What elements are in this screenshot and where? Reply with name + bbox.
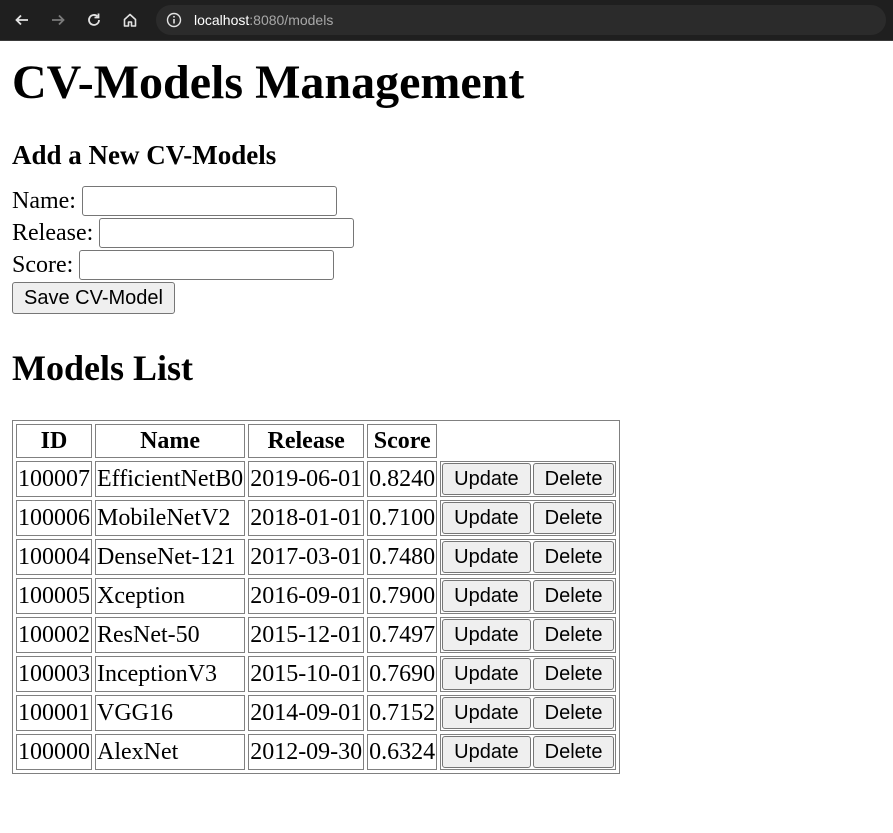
cell-release: 2012-09-30 [248, 734, 365, 770]
release-row: Release: [12, 217, 881, 249]
url-host: localhost [194, 12, 250, 28]
table-row: 100000 AlexNet 2012-09-30 0.6324 Update D… [16, 734, 617, 770]
form-heading: Add a New CV-Models [12, 140, 277, 170]
page-title: CV-Models Management [12, 56, 525, 109]
delete-button[interactable]: Delete [532, 541, 615, 573]
cell-release: 2016-09-01 [248, 578, 365, 614]
cell-release: 2014-09-01 [248, 695, 365, 731]
cell-score: 0.7497 [367, 617, 438, 653]
address-bar[interactable]: localhost:8080/models [156, 5, 886, 35]
info-icon[interactable] [166, 12, 182, 28]
table-row: 100003 InceptionV3 2015-10-01 0.7690 Upd… [16, 656, 617, 692]
update-button[interactable]: Update [442, 502, 531, 534]
cell-score: 0.7900 [367, 578, 438, 614]
score-row: Score: [12, 249, 881, 281]
save-cv-model-button[interactable]: Save CV-Model [12, 282, 175, 314]
cell-actions: Update Delete [440, 539, 617, 575]
cell-actions: Update Delete [440, 461, 617, 497]
cell-actions: Update Delete [440, 734, 617, 770]
forward-button[interactable] [42, 4, 74, 36]
table-row: 100007 EfficientNetB0 2019-06-01 0.8240 … [16, 461, 617, 497]
home-button[interactable] [114, 4, 146, 36]
page-content: CV-Models Management Add a New CV-Models… [0, 55, 893, 774]
cell-id: 100007 [16, 461, 92, 497]
cell-release: 2018-01-01 [248, 500, 365, 536]
cell-score: 0.7690 [367, 656, 438, 692]
table-row: 100006 MobileNetV2 2018-01-01 0.7100 Upd… [16, 500, 617, 536]
cell-name: MobileNetV2 [95, 500, 246, 536]
table-row: 100001 VGG16 2014-09-01 0.7152 Update Del… [16, 695, 617, 731]
delete-button[interactable]: Delete [532, 580, 615, 612]
delete-button[interactable]: Delete [532, 502, 615, 534]
reload-icon [88, 13, 100, 26]
score-input[interactable] [79, 250, 335, 280]
delete-button[interactable]: Delete [532, 463, 615, 495]
table-row: 100005 Xception 2016-09-01 0.7900 Update… [16, 578, 617, 614]
cell-name: ResNet-50 [95, 617, 246, 653]
cell-actions: Update Delete [440, 500, 617, 536]
cell-name: Xception [95, 578, 246, 614]
cell-name: AlexNet [95, 734, 246, 770]
models-list-heading: Models List [12, 348, 194, 388]
cell-name: InceptionV3 [95, 656, 246, 692]
cell-release: 2019-06-01 [248, 461, 365, 497]
delete-button[interactable]: Delete [532, 619, 615, 651]
cell-id: 100001 [16, 695, 92, 731]
update-button[interactable]: Update [442, 736, 531, 768]
cell-release: 2017-03-01 [248, 539, 365, 575]
url-path: :8080/models [249, 12, 334, 28]
table-row: 100002 ResNet-50 2015-12-01 0.7497 Updat… [16, 617, 617, 653]
name-row: Name: [12, 185, 881, 217]
cell-name: EfficientNetB0 [95, 461, 246, 497]
delete-button[interactable]: Delete [532, 658, 615, 690]
update-button[interactable]: Update [442, 580, 531, 612]
home-icon [123, 13, 137, 27]
header-actions [440, 424, 616, 458]
browser-toolbar: localhost:8080/models [0, 0, 893, 41]
cell-id: 100006 [16, 500, 92, 536]
cell-score: 0.7152 [367, 695, 438, 731]
table-header-row: ID Name Release Score [16, 424, 616, 458]
header-score: Score [367, 424, 438, 458]
name-label: Name: [12, 187, 76, 214]
update-button[interactable]: Update [442, 658, 531, 690]
cell-id: 100000 [16, 734, 92, 770]
cell-name: DenseNet-121 [95, 539, 246, 575]
cell-release: 2015-12-01 [248, 617, 365, 653]
arrow-left-icon [15, 14, 28, 26]
update-button[interactable]: Update [442, 463, 531, 495]
cell-score: 0.7100 [367, 500, 438, 536]
cell-release: 2015-10-01 [248, 656, 365, 692]
delete-button[interactable]: Delete [532, 736, 615, 768]
cell-actions: Update Delete [440, 656, 617, 692]
reload-button[interactable] [78, 4, 110, 36]
back-button[interactable] [6, 4, 38, 36]
cell-score: 0.6324 [367, 734, 438, 770]
cell-id: 100005 [16, 578, 92, 614]
header-name: Name [95, 424, 246, 458]
delete-button[interactable]: Delete [532, 697, 615, 729]
arrow-right-icon [52, 14, 65, 26]
update-button[interactable]: Update [442, 697, 531, 729]
cell-id: 100002 [16, 617, 92, 653]
cell-actions: Update Delete [440, 617, 617, 653]
cell-actions: Update Delete [440, 578, 617, 614]
cell-id: 100003 [16, 656, 92, 692]
score-label: Score: [12, 251, 74, 278]
update-button[interactable]: Update [442, 619, 531, 651]
cell-score: 0.7480 [367, 539, 438, 575]
header-release: Release [248, 424, 365, 458]
name-input[interactable] [81, 186, 337, 216]
release-input[interactable] [99, 218, 355, 248]
cell-score: 0.8240 [367, 461, 438, 497]
cell-actions: Update Delete [440, 695, 617, 731]
add-model-form: Name: Release: Score: Save CV-Model [12, 185, 881, 314]
models-table: ID Name Release Score 100007 EfficientNe… [12, 420, 621, 774]
cell-name: VGG16 [95, 695, 246, 731]
cell-id: 100004 [16, 539, 92, 575]
release-label: Release: [12, 219, 94, 246]
update-button[interactable]: Update [442, 541, 531, 573]
header-id: ID [16, 424, 92, 458]
table-row: 100004 DenseNet-121 2017-03-01 0.7480 Up… [16, 539, 617, 575]
